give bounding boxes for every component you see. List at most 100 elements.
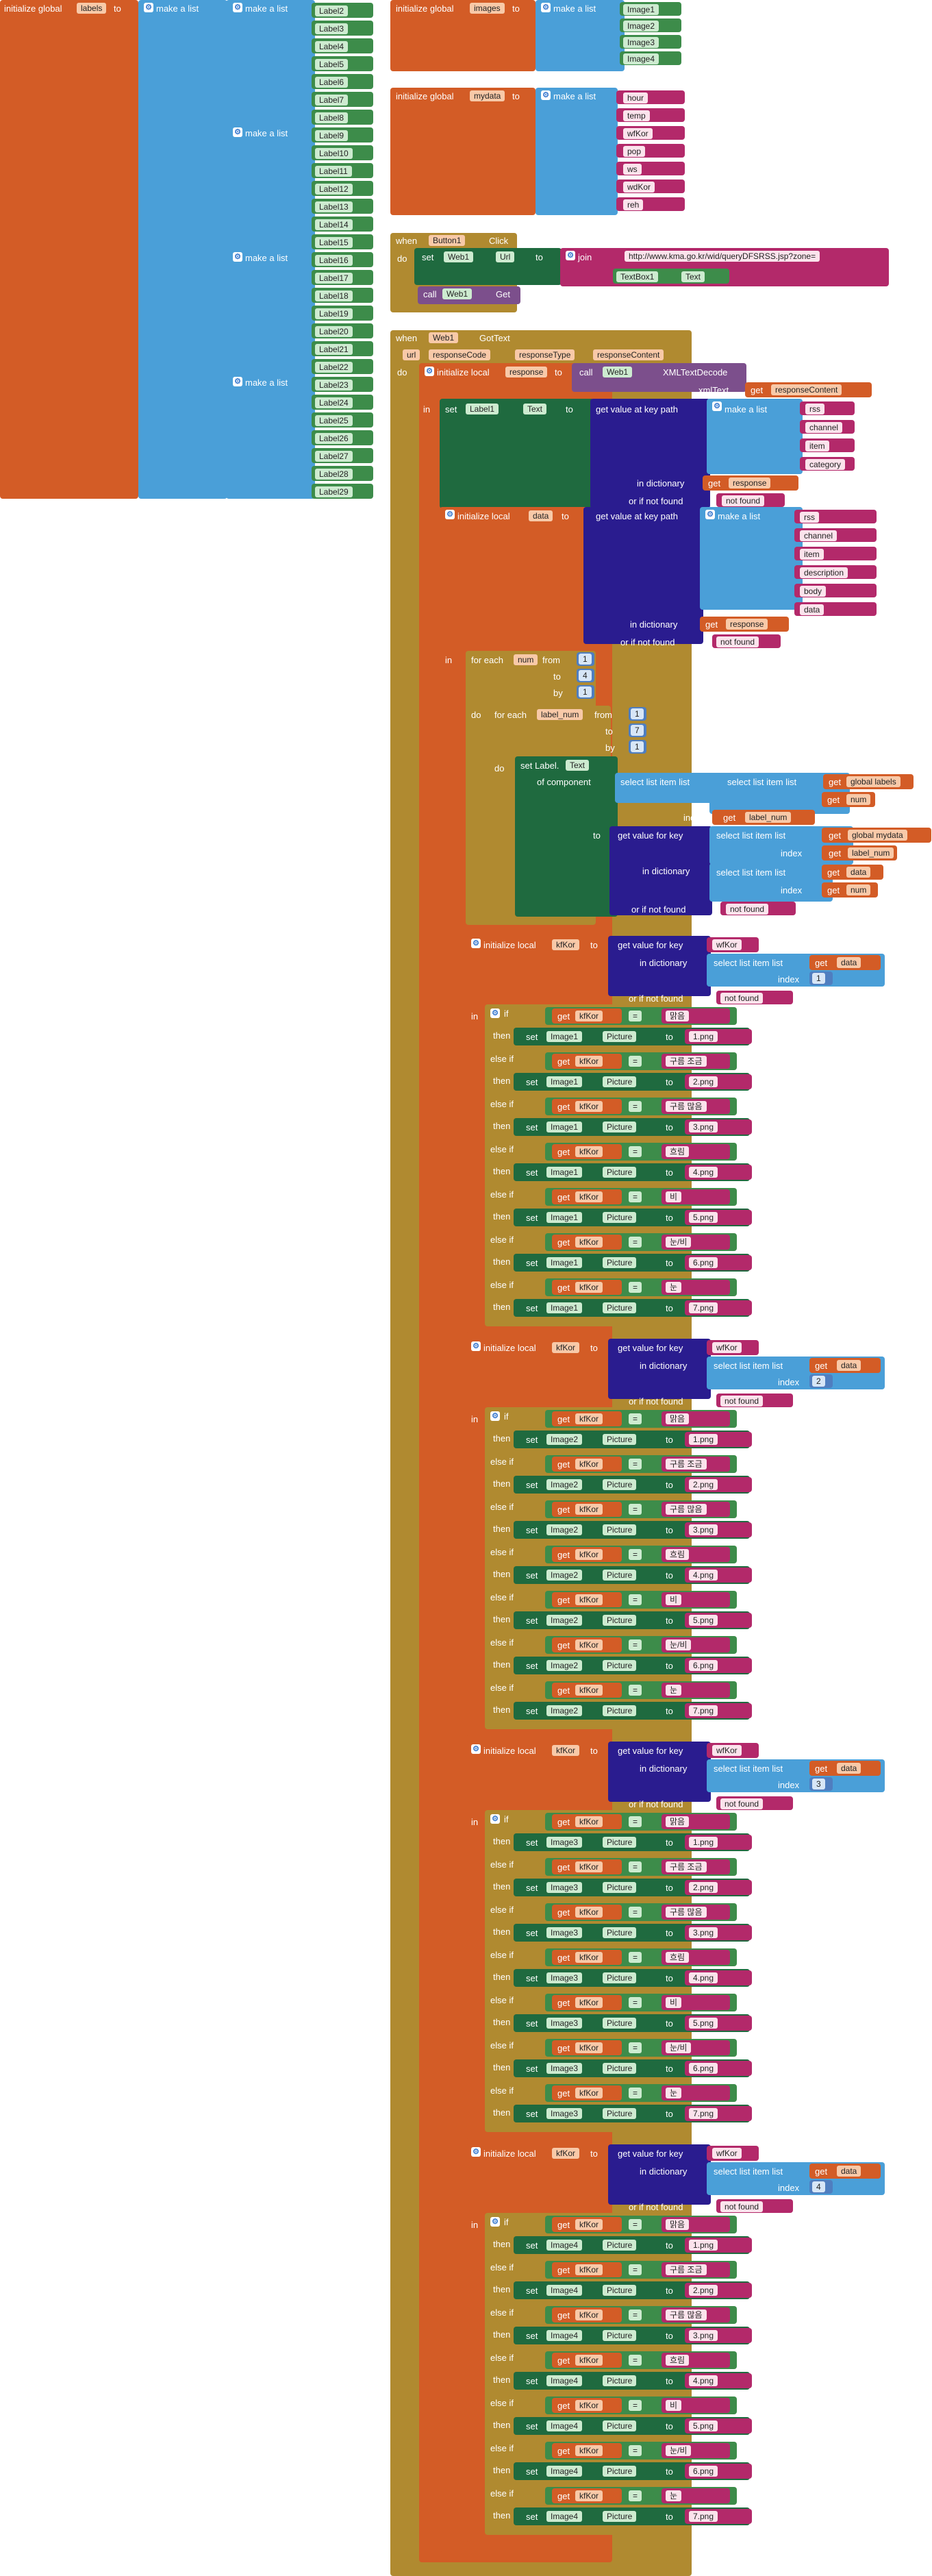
string-value[interactable]: not found: [720, 1396, 764, 1407]
variable-dropdown[interactable]: kfKor: [575, 1861, 603, 1872]
component-dropdown[interactable]: Button1: [429, 235, 466, 246]
variable-dropdown[interactable]: global mydata: [848, 830, 907, 841]
component-dropdown[interactable]: Image2: [546, 1434, 583, 1445]
variable-dropdown[interactable]: kfKor: [575, 1549, 603, 1560]
mutator-gear-icon[interactable]: ⚙: [233, 3, 242, 12]
operator-dropdown[interactable]: =: [629, 1504, 642, 1515]
component-dropdown[interactable]: Image1: [546, 1031, 583, 1042]
event-parameter[interactable]: responseContent: [593, 349, 664, 360]
variable-dropdown[interactable]: kfKor: [575, 1011, 603, 1021]
path-string[interactable]: item: [805, 441, 829, 451]
variable-dropdown[interactable]: kfKor: [575, 2309, 603, 2320]
loop-variable[interactable]: label_num: [537, 709, 583, 720]
property-dropdown[interactable]: Picture: [603, 1257, 637, 1268]
path-string[interactable]: rss: [800, 512, 819, 523]
property-dropdown[interactable]: Picture: [603, 1434, 637, 1445]
mutator-gear-icon[interactable]: ⚙: [566, 251, 575, 260]
string-value[interactable]: wfKor: [712, 939, 742, 950]
string-value[interactable]: 6.png: [689, 1660, 718, 1671]
property-dropdown[interactable]: Text: [681, 271, 705, 282]
string-value[interactable]: not found: [716, 636, 759, 647]
string-value[interactable]: wfKor: [712, 1342, 742, 1353]
label-component[interactable]: Label22: [315, 362, 353, 373]
label-component[interactable]: Label23: [315, 380, 353, 391]
string-value[interactable]: 1.png: [689, 2240, 718, 2251]
global-name-field[interactable]: images: [470, 3, 505, 14]
image-component[interactable]: Image3: [623, 37, 659, 48]
string-value[interactable]: 구름 조금: [666, 1459, 707, 1470]
local-name-field[interactable]: data: [529, 510, 553, 521]
make-list-block[interactable]: [536, 88, 618, 215]
variable-dropdown[interactable]: kfKor: [575, 2042, 603, 2053]
variable-dropdown[interactable]: kfKor: [575, 1997, 603, 2008]
string-value[interactable]: 눈: [666, 1685, 682, 1696]
property-dropdown[interactable]: Picture: [603, 1212, 637, 1223]
property-dropdown[interactable]: Picture: [603, 1122, 637, 1132]
operator-dropdown[interactable]: =: [629, 1413, 642, 1424]
operator-dropdown[interactable]: =: [629, 2355, 642, 2366]
number-value[interactable]: 1: [579, 686, 592, 697]
number-value[interactable]: 1: [579, 654, 592, 665]
operator-dropdown[interactable]: =: [629, 1907, 642, 1918]
label-component[interactable]: Label15: [315, 237, 353, 248]
string-value[interactable]: not found: [720, 2201, 764, 2212]
string-value[interactable]: 3.png: [689, 1524, 718, 1535]
string-value[interactable]: 맑음: [666, 1413, 690, 1424]
component-dropdown[interactable]: Image3: [546, 1837, 583, 1848]
string-value[interactable]: reh: [623, 199, 644, 210]
operator-dropdown[interactable]: =: [629, 2264, 642, 2275]
path-string[interactable]: data: [800, 604, 824, 615]
path-string[interactable]: channel: [805, 422, 843, 433]
property-dropdown[interactable]: Picture: [603, 1927, 637, 1938]
label-component[interactable]: Label12: [315, 184, 353, 195]
component-dropdown[interactable]: Image3: [546, 2108, 583, 2119]
number-value[interactable]: 1: [631, 741, 644, 752]
variable-dropdown[interactable]: kfKor: [575, 1056, 603, 1067]
mutator-gear-icon[interactable]: ⚙: [144, 3, 153, 12]
string-value[interactable]: 7.png: [689, 1302, 718, 1313]
operator-dropdown[interactable]: =: [629, 1816, 642, 1827]
variable-dropdown[interactable]: kfKor: [575, 1907, 603, 1918]
string-value[interactable]: 7.png: [689, 1705, 718, 1716]
property-dropdown[interactable]: Picture: [603, 2240, 637, 2251]
label-component[interactable]: Label24: [315, 397, 353, 408]
operator-dropdown[interactable]: =: [629, 2309, 642, 2320]
string-value[interactable]: 구름 많음: [666, 2309, 707, 2320]
make-list-block[interactable]: [138, 0, 227, 499]
string-value[interactable]: 3.png: [689, 1122, 718, 1132]
label-component[interactable]: Label17: [315, 273, 353, 284]
global-name-field[interactable]: labels: [77, 3, 107, 14]
component-dropdown[interactable]: Label1: [466, 404, 499, 414]
operator-dropdown[interactable]: =: [629, 1101, 642, 1112]
property-dropdown[interactable]: Picture: [603, 2063, 637, 2074]
label-component[interactable]: Label26: [315, 433, 353, 444]
mutator-gear-icon[interactable]: ⚙: [471, 939, 481, 948]
variable-dropdown[interactable]: kfKor: [575, 2088, 603, 2098]
string-value[interactable]: wfKor: [712, 2148, 742, 2159]
string-value[interactable]: 눈: [666, 2088, 682, 2098]
operator-dropdown[interactable]: =: [629, 1639, 642, 1650]
string-value[interactable]: 눈/비: [666, 2042, 692, 2053]
string-value[interactable]: 맑음: [666, 2219, 690, 2230]
string-value[interactable]: wfKor: [712, 1745, 742, 1756]
string-value[interactable]: 비: [666, 2400, 682, 2411]
variable-dropdown[interactable]: label_num: [848, 847, 894, 858]
mutator-gear-icon[interactable]: ⚙: [490, 2217, 500, 2227]
string-value[interactable]: 1.png: [689, 1434, 718, 1445]
component-dropdown[interactable]: Image2: [546, 1615, 583, 1626]
property-dropdown[interactable]: Picture: [603, 2285, 637, 2296]
label-component[interactable]: Label8: [315, 112, 349, 123]
operator-dropdown[interactable]: =: [629, 2042, 642, 2053]
property-dropdown[interactable]: Picture: [603, 1615, 637, 1626]
string-value[interactable]: 3.png: [689, 2330, 718, 2341]
string-value[interactable]: 구름 조금: [666, 2264, 707, 2275]
operator-dropdown[interactable]: =: [629, 2445, 642, 2456]
string-value[interactable]: 구름 많음: [666, 1101, 707, 1112]
local-name-field[interactable]: kfKor: [552, 1342, 580, 1353]
make-list-block[interactable]: [226, 0, 315, 499]
mutator-gear-icon[interactable]: ⚙: [490, 1008, 500, 1018]
event-parameter[interactable]: responseType: [515, 349, 575, 360]
init-global-mydata-block[interactable]: [390, 88, 536, 215]
property-dropdown[interactable]: Picture: [603, 1570, 637, 1581]
variable-dropdown[interactable]: data: [837, 957, 861, 968]
